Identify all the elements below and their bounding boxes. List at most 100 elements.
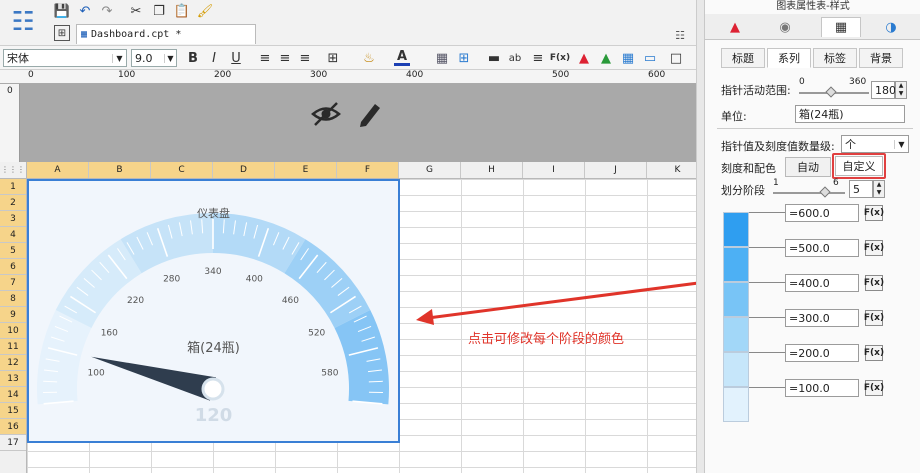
more-icon[interactable]: □ <box>664 50 688 66</box>
bold-button[interactable]: B <box>186 50 200 66</box>
align-left-icon[interactable]: ≡ <box>258 50 272 66</box>
select-all-corner[interactable]: ⋮⋮⋮ <box>0 162 27 178</box>
hide-eye-icon[interactable] <box>310 100 342 128</box>
row-header-1[interactable]: 1 <box>0 179 26 195</box>
font-size-select[interactable]: 9.0 ▼ <box>131 49 177 67</box>
row-header-9[interactable]: 9 <box>0 307 26 323</box>
stage-color-swatch[interactable] <box>723 387 749 422</box>
column-header-B[interactable]: B <box>89 162 151 178</box>
edit-pencil-icon[interactable] <box>356 98 384 128</box>
tab-series[interactable]: 系列 <box>767 48 811 68</box>
align-center-icon[interactable]: ≡ <box>278 50 292 66</box>
row-header-5[interactable]: 5 <box>0 243 26 259</box>
row-header-6[interactable]: 6 <box>0 259 26 275</box>
row-header-14[interactable]: 14 <box>0 387 26 403</box>
column-header-G[interactable]: G <box>399 162 461 178</box>
gauge-chart[interactable]: 100 160 220 280 340 400 460 520 580 仪表盘 箱(24瓶) 1… <box>27 179 400 443</box>
unit-field[interactable]: 箱(24瓶) <box>795 105 905 123</box>
underline-button[interactable]: U <box>229 50 243 66</box>
tab-label[interactable]: 标签 <box>813 48 857 68</box>
stage-formula-button[interactable]: F(x) <box>864 310 884 326</box>
undo-icon[interactable]: ↶ <box>77 3 93 19</box>
text-align-icon[interactable]: ≡ <box>530 50 546 66</box>
row-header-17[interactable]: 17 <box>0 435 26 451</box>
stage-spinner[interactable]: ▲ ▼ <box>873 180 885 198</box>
align-right-icon[interactable]: ≡ <box>298 50 312 66</box>
stage-color-swatch[interactable] <box>723 212 749 247</box>
column-header-J[interactable]: J <box>585 162 647 178</box>
cut-icon[interactable]: ✂ <box>128 3 144 19</box>
data-icon[interactable]: ◉ <box>765 18 805 36</box>
redo-icon[interactable]: ↷ <box>99 3 115 19</box>
chart-icon[interactable]: ▲ <box>576 50 592 66</box>
image-icon[interactable]: ▲ <box>598 50 614 66</box>
stage-formula-button[interactable]: F(x) <box>864 240 884 256</box>
row-header-10[interactable]: 10 <box>0 323 26 339</box>
column-header-H[interactable]: H <box>461 162 523 178</box>
tab-background[interactable]: 背景 <box>859 48 903 68</box>
stage-color-swatch[interactable] <box>723 352 749 387</box>
tab-title[interactable]: 标题 <box>721 48 765 68</box>
stage-value-field[interactable]: =400.0 <box>785 274 859 292</box>
row-header-11[interactable]: 11 <box>0 339 26 355</box>
preview-icon[interactable]: ☷ <box>4 4 42 40</box>
custom-button[interactable]: 自定义 <box>835 156 883 176</box>
row-header-13[interactable]: 13 <box>0 371 26 387</box>
row-header-12[interactable]: 12 <box>0 355 26 371</box>
save-icon[interactable]: 💾 <box>54 3 70 19</box>
fill-color-icon[interactable]: ♨ <box>361 50 377 66</box>
vertical-scrollbar[interactable] <box>696 0 704 473</box>
tab-menu-icon[interactable]: ☷ <box>672 27 688 43</box>
column-header-I[interactable]: I <box>523 162 585 178</box>
stage-value-field[interactable]: 5 <box>849 180 873 198</box>
effect-icon[interactable]: ◑ <box>871 18 911 36</box>
stage-formula-button[interactable]: F(x) <box>864 205 884 221</box>
stage-slider[interactable] <box>773 192 845 194</box>
new-report-icon[interactable]: ⊞ <box>54 25 70 41</box>
sub-report-icon[interactable]: ▦ <box>620 50 636 66</box>
column-header-C[interactable]: C <box>151 162 213 178</box>
copy-icon[interactable]: ❐ <box>151 3 167 19</box>
table-icon[interactable]: ⊞ <box>456 50 472 66</box>
stage-value-field[interactable]: =200.0 <box>785 344 859 362</box>
text-field-icon[interactable]: ▬ <box>486 50 502 66</box>
stage-value-field[interactable]: =600.0 <box>785 204 859 222</box>
level-select[interactable]: 个 ▼ <box>841 135 909 153</box>
row-header-4[interactable]: 4 <box>0 227 26 243</box>
stage-value-field[interactable]: =500.0 <box>785 239 859 257</box>
auto-button[interactable]: 自动 <box>785 157 831 177</box>
column-header-F[interactable]: F <box>337 162 399 178</box>
stage-slider-thumb[interactable] <box>819 186 831 198</box>
row-header-8[interactable]: 8 <box>0 291 26 307</box>
font-family-select[interactable]: 宋体 ▼ <box>3 49 127 67</box>
paste-icon[interactable]: 📋 <box>174 3 190 19</box>
stage-value-field[interactable]: =100.0 <box>785 379 859 397</box>
formula-button[interactable]: F(x) <box>550 50 570 66</box>
stage-color-swatch[interactable] <box>723 317 749 352</box>
column-header-A[interactable]: A <box>27 162 89 178</box>
style-icon[interactable]: ▦ <box>821 17 861 37</box>
stage-formula-button[interactable]: F(x) <box>864 345 884 361</box>
range-slider-thumb[interactable] <box>825 86 837 98</box>
column-header-E[interactable]: E <box>275 162 337 178</box>
range-value-field[interactable]: 180 <box>871 81 896 99</box>
stage-color-swatch[interactable] <box>723 247 749 282</box>
stage-formula-button[interactable]: F(x) <box>864 275 884 291</box>
row-header-16[interactable]: 16 <box>0 419 26 435</box>
stage-value-field[interactable]: =300.0 <box>785 309 859 327</box>
format-brush-icon[interactable]: 🖌 <box>197 3 214 19</box>
stage-color-swatch[interactable] <box>723 282 749 317</box>
row-header-15[interactable]: 15 <box>0 403 26 419</box>
row-header-3[interactable]: 3 <box>0 211 26 227</box>
chart-type-icon[interactable]: ▲ <box>715 18 755 36</box>
ab-button[interactable]: ab <box>506 50 524 66</box>
stage-formula-button[interactable]: F(x) <box>864 380 884 396</box>
widget-icon[interactable]: ▭ <box>642 50 658 66</box>
merge-cells-icon[interactable]: ▦ <box>434 50 450 66</box>
column-header-D[interactable]: D <box>213 162 275 178</box>
range-spinner[interactable]: ▲ ▼ <box>895 81 907 99</box>
italic-button[interactable]: I <box>207 50 221 66</box>
font-color-icon[interactable]: A <box>394 49 410 66</box>
row-header-2[interactable]: 2 <box>0 195 26 211</box>
report-tab[interactable]: ▦ Dashboard.cpt * <box>76 24 256 44</box>
